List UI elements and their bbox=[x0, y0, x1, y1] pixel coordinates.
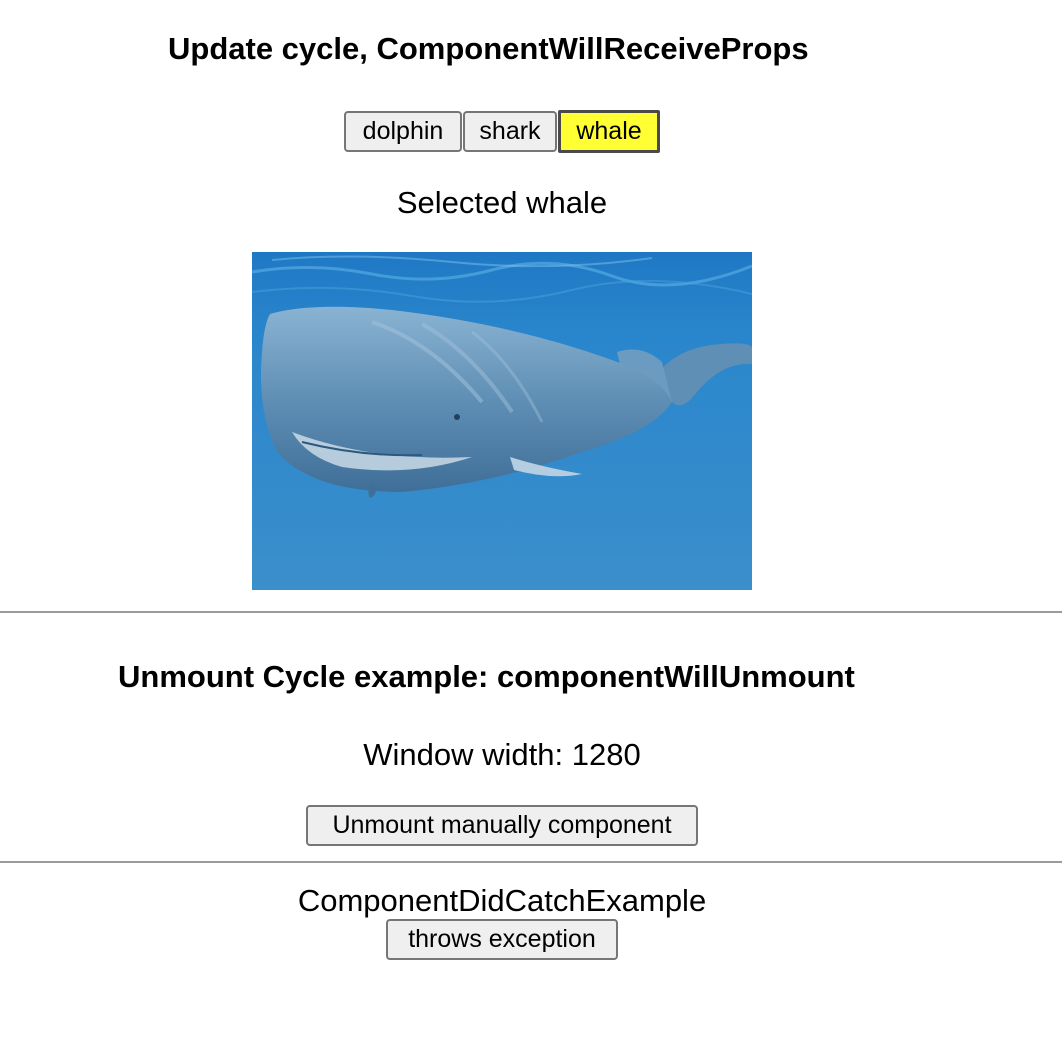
component-did-catch-title: ComponentDidCatchExample bbox=[297, 883, 707, 918]
window-width-text: Window width: 1280 bbox=[363, 737, 641, 772]
page: Update cycle, ComponentWillReceiveProps … bbox=[0, 0, 1062, 1062]
section-divider bbox=[0, 861, 1062, 863]
update-cycle-heading: Update cycle, ComponentWillReceiveProps bbox=[168, 31, 809, 66]
selected-animal-text: Selected whale bbox=[396, 185, 608, 220]
unmount-cycle-heading: Unmount Cycle example: componentWillUnmo… bbox=[118, 659, 855, 694]
dolphin-button[interactable]: dolphin bbox=[344, 111, 462, 152]
throws-exception-button[interactable]: throws exception bbox=[386, 919, 618, 960]
whale-button[interactable]: whale bbox=[558, 110, 660, 153]
section-divider bbox=[0, 611, 1062, 613]
shark-button[interactable]: shark bbox=[463, 111, 557, 152]
whale-image bbox=[252, 252, 752, 590]
unmount-component-button[interactable]: Unmount manually component bbox=[306, 805, 698, 846]
